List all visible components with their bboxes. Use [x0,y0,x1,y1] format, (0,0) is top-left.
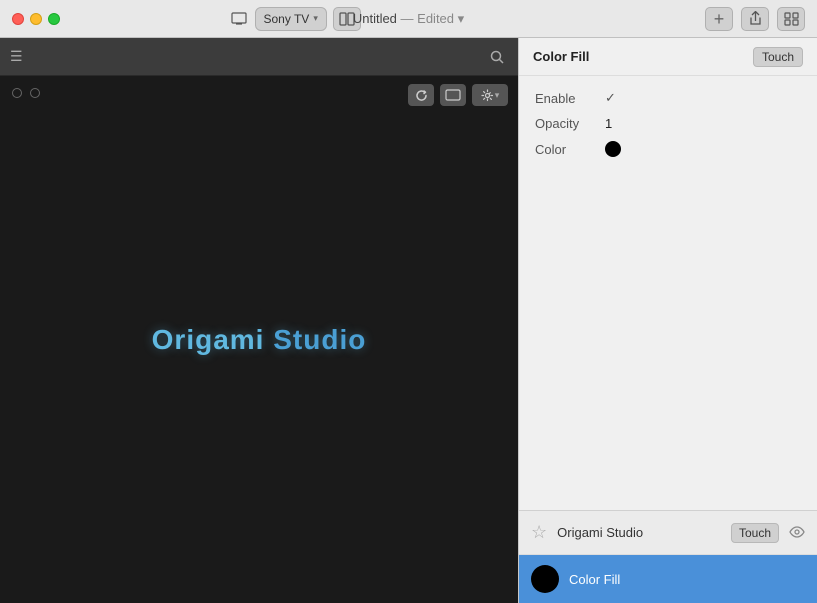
star-icon[interactable]: ☆ [531,522,547,543]
layer-item: ☆ Origami Studio Touch [519,511,817,555]
layer-touch-button[interactable]: Touch [731,523,779,543]
bottom-section: ☆ Origami Studio Touch Color Fill [519,510,817,603]
opacity-label: Opacity [535,116,605,131]
window-title: Untitled — Edited ▾ [353,11,464,27]
traffic-lights [0,13,60,25]
add-tab-button[interactable]: + [705,7,733,31]
settings-preview-button[interactable]: ▾ [472,84,508,106]
eye-icon[interactable] [789,525,805,541]
share-button[interactable] [741,7,769,31]
device-preview-button[interactable] [440,84,466,106]
properties-section: Enable ✓ Opacity 1 Color [519,76,817,510]
main-area: ☰ [0,38,817,603]
refresh-preview-button[interactable] [408,84,434,106]
left-panel: ☰ [0,38,518,603]
touch-button[interactable]: Touch [753,47,803,67]
preview-toolbar: ▾ [408,84,508,106]
device-dropdown[interactable]: Sony TV ▾ [255,7,327,31]
color-swatch[interactable] [605,141,621,157]
right-panel: Color Fill Touch Enable ✓ Opacity 1 Colo… [518,38,817,603]
search-icon[interactable] [486,46,508,68]
preview-text: Origami Studio [152,324,367,356]
titlebar: Sony TV ▾ Untitled — Edited ▾ + [0,0,817,38]
titlebar-right-controls: + [705,7,805,31]
opacity-value: 1 [605,116,612,131]
layout-grid-button[interactable] [777,7,805,31]
color-fill-row[interactable]: Color Fill [519,555,817,603]
layer-name: Origami Studio [557,525,721,540]
left-toolbar: ☰ [0,38,518,76]
enable-row: Enable ✓ [535,90,801,106]
minimize-button[interactable] [30,13,42,25]
panel-title: Color Fill [533,49,589,64]
color-label: Color [535,142,605,157]
tv-icon [229,9,249,29]
left-toolbar-right [486,46,508,68]
device-selector[interactable]: Sony TV ▾ [229,7,361,31]
left-toolbar-left: ☰ [10,48,23,65]
dot-1 [12,88,22,98]
dot-2 [30,88,40,98]
color-fill-label: Color Fill [569,572,620,587]
menu-icon[interactable]: ☰ [10,48,23,65]
close-button[interactable] [12,13,24,25]
color-row: Color [535,141,801,157]
preview-dots [12,88,40,98]
enable-value: ✓ [605,90,616,106]
enable-label: Enable [535,91,605,106]
maximize-button[interactable] [48,13,60,25]
color-fill-swatch [531,565,559,593]
panel-header: Color Fill Touch [519,38,817,76]
preview-area: ▾ Origami Studio [0,76,518,603]
opacity-row: Opacity 1 [535,116,801,131]
